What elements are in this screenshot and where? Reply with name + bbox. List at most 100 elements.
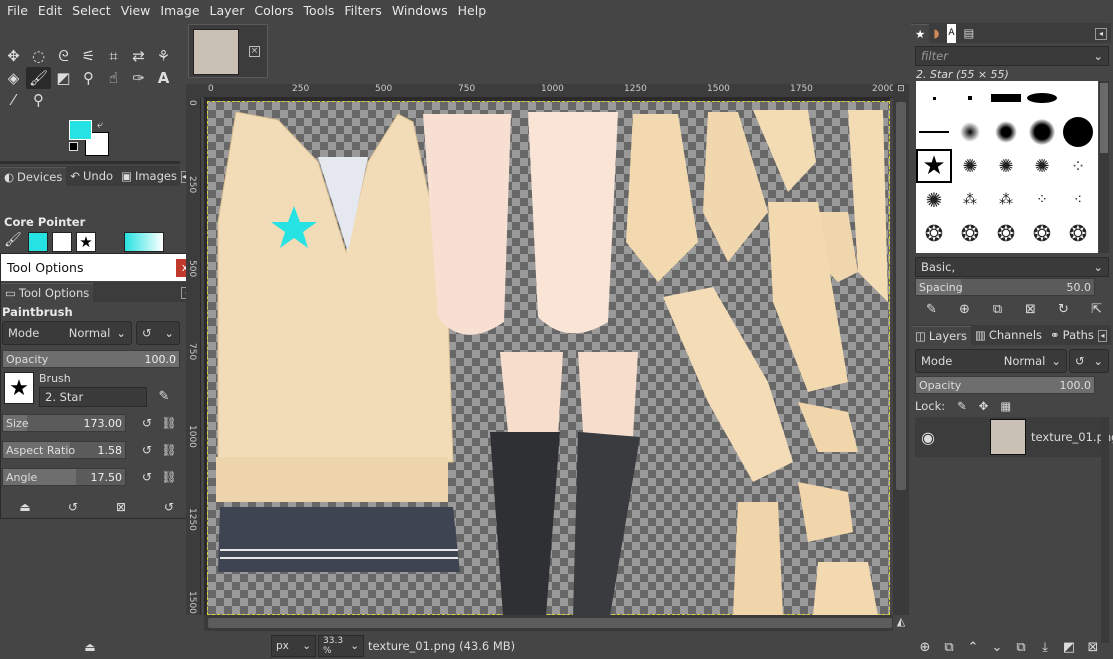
- paintbrush-icon[interactable]: 🖌: [4, 232, 24, 252]
- layers-scrollbar[interactable]: [1101, 417, 1109, 643]
- tab-patterns[interactable]: ◗: [929, 24, 943, 43]
- angle-slider[interactable]: Angle 17.50: [2, 468, 126, 486]
- paintbrush-icon[interactable]: 🖌: [26, 67, 51, 89]
- duplicate-brush-icon[interactable]: ⧉: [981, 299, 1014, 319]
- lower-layer-icon[interactable]: ⌄: [985, 637, 1009, 657]
- reset-size-icon[interactable]: ↺: [139, 414, 155, 432]
- tab-document-history[interactable]: ▤: [960, 24, 979, 43]
- move-tool-icon[interactable]: ✥: [1, 45, 26, 67]
- transform-icon[interactable]: ⇄: [126, 45, 151, 67]
- brush-hard-large[interactable]: [1060, 115, 1096, 149]
- brush-texture[interactable]: ⁘: [1024, 183, 1060, 217]
- brush-texture[interactable]: ⁂: [988, 183, 1024, 217]
- brush-scrollbar[interactable]: [1099, 81, 1109, 253]
- swap-colors-icon[interactable]: ⤶: [97, 118, 103, 132]
- brush-dot[interactable]: [952, 81, 988, 115]
- menu-layer[interactable]: Layer: [205, 0, 250, 21]
- brush-texture[interactable]: ❂: [1060, 217, 1096, 251]
- merge-layer-icon[interactable]: ⤓: [1033, 637, 1057, 657]
- save-icon[interactable]: ⏏: [82, 638, 98, 656]
- menu-view[interactable]: View: [116, 0, 156, 21]
- brush-splatter[interactable]: ✺: [988, 149, 1024, 183]
- tab-images[interactable]: ▣ Images: [117, 167, 181, 186]
- quick-mask-icon[interactable]: ◭: [893, 615, 909, 631]
- fg-color-swatch[interactable]: [28, 232, 48, 252]
- reset-mode-select[interactable]: ↺ ⌄: [136, 321, 180, 345]
- link-size-icon[interactable]: ⛓: [161, 414, 177, 432]
- brush-scroll-thumb[interactable]: [1100, 83, 1108, 153]
- brush-tag-field[interactable]: Basic, ⌄: [915, 257, 1109, 277]
- layer-row[interactable]: ◉ texture_01.png: [915, 417, 1113, 457]
- eraser-icon[interactable]: ◩: [51, 67, 76, 89]
- tab-menu-icon[interactable]: ◂: [1097, 330, 1107, 342]
- crop-icon[interactable]: ⌗: [101, 45, 126, 67]
- menu-edit[interactable]: Edit: [33, 0, 67, 21]
- warp-transform-icon[interactable]: ⚘: [151, 45, 176, 67]
- ellipse-select-icon[interactable]: ◌: [26, 45, 51, 67]
- tab-undo[interactable]: ↶ Undo: [66, 167, 117, 186]
- tab-fonts[interactable]: A: [943, 24, 959, 43]
- image-tab[interactable]: ×: [188, 24, 268, 78]
- new-layer-icon[interactable]: ⊕: [913, 637, 937, 657]
- brush-texture[interactable]: ⁖: [1060, 183, 1096, 217]
- vertical-scrollbar[interactable]: ⊡: [893, 84, 909, 615]
- zoom-select[interactable]: 33.3 % ⌄: [318, 635, 364, 657]
- link-angle-icon[interactable]: ⛓: [161, 468, 177, 486]
- lasso-icon[interactable]: ᘓ: [51, 45, 76, 67]
- bg-color-swatch[interactable]: [52, 232, 72, 252]
- open-as-image-icon[interactable]: ⇱: [1080, 299, 1113, 319]
- image-canvas[interactable]: [204, 98, 890, 615]
- brush-filter-field[interactable]: filter ⌄: [915, 46, 1109, 66]
- lock-position-icon[interactable]: ✥: [979, 399, 989, 413]
- menu-image[interactable]: Image: [155, 0, 204, 21]
- brush-texture[interactable]: ❂: [988, 217, 1024, 251]
- lock-alpha-icon[interactable]: ▦: [1000, 399, 1011, 413]
- default-colors-icon[interactable]: [69, 142, 78, 151]
- spacing-slider[interactable]: Spacing 50.0: [915, 278, 1095, 296]
- navigate-icon[interactable]: ⊡: [895, 84, 907, 98]
- paths-icon[interactable]: ✑: [126, 67, 151, 89]
- layer-mode-select[interactable]: Mode Normal ⌄: [915, 349, 1067, 373]
- layer-opacity-slider[interactable]: Opacity 100.0: [915, 376, 1095, 394]
- brush-pixel[interactable]: [916, 81, 952, 115]
- brush-texture[interactable]: ❂: [916, 217, 952, 251]
- lock-pixels-icon[interactable]: ✎: [957, 399, 967, 413]
- edit-brush-icon[interactable]: ✎: [915, 299, 948, 319]
- size-slider[interactable]: Size 173.00: [2, 414, 126, 432]
- star-brush-icon[interactable]: ★: [76, 232, 96, 252]
- brush-grid[interactable]: ★ ✺ ✺ ✺ ⁘ ✺ ⁂ ⁂ ⁘ ⁖ ❂ ❂ ❂ ❂ ❂: [916, 81, 1098, 253]
- layer-reset-mode[interactable]: ↺ ⌄: [1069, 349, 1109, 373]
- foreground-color-swatch[interactable]: [69, 120, 92, 140]
- tab-brushes[interactable]: ★: [911, 24, 930, 43]
- tab-devices[interactable]: ◐ Devices: [0, 167, 67, 186]
- link-aspect-icon[interactable]: ⛓: [161, 441, 177, 459]
- brush-soft-large[interactable]: [1024, 115, 1060, 149]
- tab-layers[interactable]: ◫ Layers: [911, 326, 971, 345]
- brush-texture[interactable]: ⁂: [952, 183, 988, 217]
- brush-block[interactable]: [988, 81, 1024, 115]
- color-picker-icon[interactable]: ⁄: [1, 89, 26, 111]
- edit-brush-icon[interactable]: ✎: [156, 387, 172, 405]
- vertical-scroll-thumb[interactable]: [896, 102, 906, 490]
- zoom-icon[interactable]: ⚲: [26, 89, 51, 111]
- brush-soft-small[interactable]: [952, 115, 988, 149]
- close-image-icon[interactable]: ×: [249, 46, 260, 57]
- tool-options-titlebar[interactable]: Tool Options x: [1, 254, 197, 281]
- menu-windows[interactable]: Windows: [387, 0, 453, 21]
- new-brush-icon[interactable]: ⊕: [948, 299, 981, 319]
- smudge-icon[interactable]: ☝: [101, 67, 126, 89]
- gradient-swatch[interactable]: [124, 232, 164, 252]
- reset-aspect-icon[interactable]: ↺: [139, 441, 155, 459]
- refresh-brushes-icon[interactable]: ↻: [1047, 299, 1080, 319]
- delete-brush-icon[interactable]: ⊠: [1014, 299, 1047, 319]
- brush-field[interactable]: 2. Star: [39, 387, 147, 407]
- brush-texture[interactable]: ✺: [916, 183, 952, 217]
- aspect-ratio-slider[interactable]: Aspect Ratio 1.58: [2, 441, 126, 459]
- menu-file[interactable]: File: [2, 0, 33, 21]
- bucket-fill-icon[interactable]: ◈: [1, 67, 26, 89]
- brush-star-selected[interactable]: ★: [916, 149, 952, 183]
- brush-ellipse[interactable]: [1024, 81, 1060, 115]
- brush-splatter[interactable]: ✺: [1024, 149, 1060, 183]
- unit-select[interactable]: px ⌄: [271, 635, 316, 657]
- brush-line[interactable]: [916, 115, 952, 149]
